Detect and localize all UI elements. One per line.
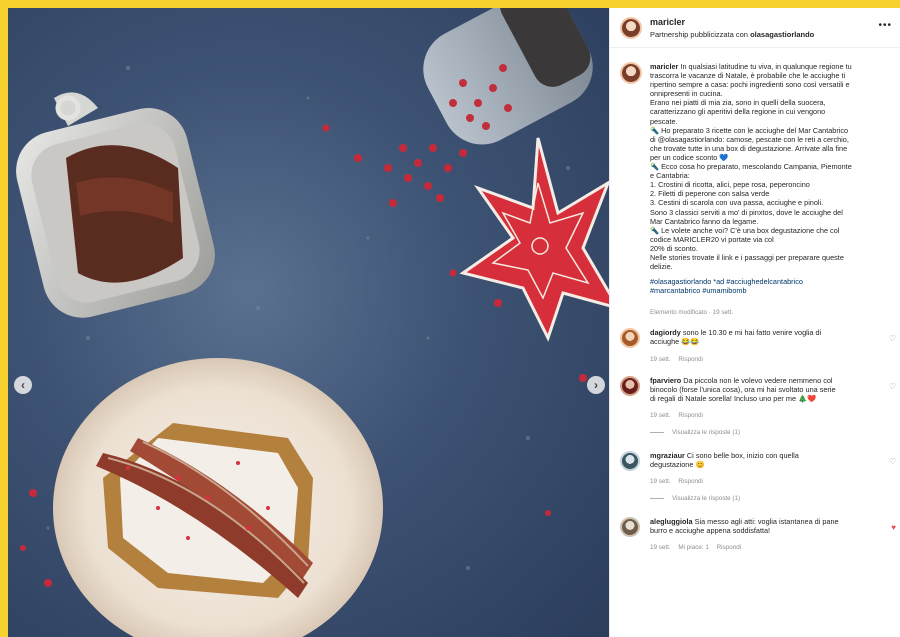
view-replies-label: Visualizza le risposte (1) bbox=[672, 495, 741, 502]
comment-text: alegluggiola Sia messo agli atti: voglia… bbox=[650, 517, 880, 535]
reply-button[interactable]: Rispondi bbox=[678, 412, 703, 419]
partner-link[interactable]: olasagastiorlando bbox=[750, 30, 814, 39]
comment-time: 19 sett. bbox=[650, 544, 671, 552]
comment-time: 19 sett. bbox=[650, 355, 671, 363]
view-replies-button[interactable]: Visualizza le risposte (1) bbox=[610, 495, 900, 502]
partnership-label: Partnership pubblicizzata con olasagasti… bbox=[650, 30, 814, 39]
comment-meta: 19 sett. Mi piace: 1 Rispondi bbox=[650, 544, 880, 551]
anchovy-tin bbox=[16, 92, 215, 318]
reply-button[interactable]: Rispondi bbox=[678, 356, 703, 363]
star-ornament bbox=[459, 137, 609, 342]
chevron-right-icon: › bbox=[594, 378, 598, 392]
reply-button[interactable]: Rispondi bbox=[678, 478, 703, 485]
heart-icon[interactable]: ♡ bbox=[889, 382, 896, 391]
post-side-panel: maricler Partnership pubblicizzata con o… bbox=[609, 8, 900, 637]
chevron-left-icon: ‹ bbox=[21, 378, 25, 392]
commenter-username[interactable]: mgraziaur bbox=[650, 451, 685, 460]
food-photo-illustration bbox=[16, 8, 609, 637]
author-avatar[interactable] bbox=[620, 17, 642, 39]
comment-time: 19 sett. bbox=[650, 411, 671, 419]
comment-text: mgraziaur Ci sono belle box, inizio con … bbox=[650, 451, 880, 469]
comment-text: fparviero Da piccola non le volevo veder… bbox=[650, 376, 880, 403]
commenter-username[interactable]: dagiordy bbox=[650, 328, 681, 337]
comment-item: mgraziaur Ci sono belle box, inizio con … bbox=[610, 450, 900, 485]
next-image-button[interactable]: › bbox=[587, 376, 605, 394]
plate-with-crostino bbox=[53, 358, 383, 637]
replies-line bbox=[650, 431, 664, 433]
replies-line bbox=[650, 498, 664, 499]
more-options-icon[interactable]: ••• bbox=[878, 20, 892, 31]
heart-liked-icon[interactable]: ♥ bbox=[891, 523, 896, 532]
commenter-avatar[interactable] bbox=[620, 450, 640, 471]
caption-author-avatar[interactable] bbox=[620, 62, 642, 84]
post-photo: ‹ › bbox=[8, 8, 609, 637]
caption-block: maricler In qualsiasi latitudine tu viva… bbox=[610, 48, 900, 316]
comment-meta: 19 sett. Rispondi bbox=[650, 356, 880, 363]
partnership-prefix: Partnership pubblicizzata con bbox=[650, 30, 748, 39]
previous-image-button[interactable]: ‹ bbox=[14, 376, 32, 394]
reply-button[interactable]: Rispondi bbox=[717, 544, 742, 551]
comment-item: alegluggiola Sia messo agli atti: voglia… bbox=[610, 517, 900, 551]
like-count[interactable]: Mi piace: 1 bbox=[678, 544, 708, 551]
view-replies-label: Visualizza le risposte (1) bbox=[672, 428, 741, 436]
commenter-avatar[interactable] bbox=[620, 328, 640, 349]
peppercorn-jar bbox=[423, 8, 593, 145]
edited-timestamp: Elemento modificato · 19 sett. bbox=[650, 309, 734, 317]
caption-text: maricler In qualsiasi latitudine tu viva… bbox=[650, 62, 892, 271]
commenter-username[interactable]: alegluggiola bbox=[650, 517, 693, 526]
commenter-avatar[interactable] bbox=[620, 375, 640, 396]
comment-meta: 19 sett. Rispondi bbox=[650, 478, 880, 485]
author-username[interactable]: maricler bbox=[650, 17, 685, 27]
comment-meta: 19 sett. Rispondi bbox=[650, 412, 880, 419]
view-replies-button[interactable]: Visualizza le risposte (1) bbox=[610, 429, 900, 436]
commenter-username[interactable]: fparviero bbox=[650, 376, 681, 385]
comment-time: 19 sett. bbox=[650, 478, 671, 485]
heart-icon[interactable]: ♡ bbox=[889, 334, 896, 343]
post-header: maricler Partnership pubblicizzata con o… bbox=[610, 8, 900, 48]
heart-icon[interactable]: ♡ bbox=[889, 457, 896, 466]
caption-username[interactable]: maricler bbox=[650, 62, 678, 71]
caption-body: In qualsiasi latitudine tu viva, in qual… bbox=[650, 62, 852, 272]
comment-item: fparviero Da piccola non le volevo veder… bbox=[610, 375, 900, 419]
post-modal: ‹ › maricler Partnership pubblicizzata c… bbox=[8, 8, 900, 637]
caption-hashtags[interactable]: #olasagastiorlando *ad #acciughedelcanta… bbox=[650, 277, 892, 295]
comment-item: dagiordy sono le 10.30 e mi hai fatto ve… bbox=[610, 328, 900, 363]
commenter-avatar[interactable] bbox=[620, 517, 640, 537]
comment-text: dagiordy sono le 10.30 e mi hai fatto ve… bbox=[650, 328, 880, 346]
